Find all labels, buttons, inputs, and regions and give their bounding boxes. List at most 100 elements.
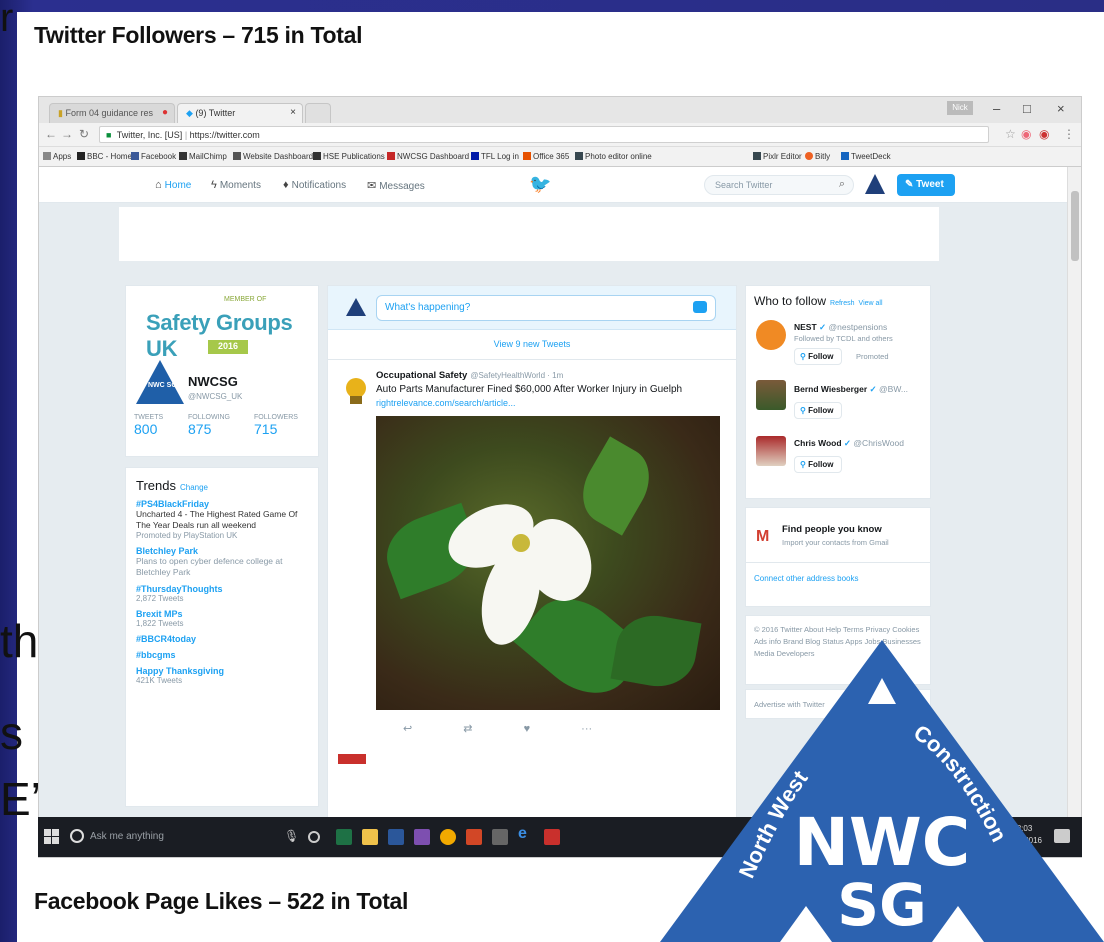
nav-messages[interactable]: ✉ Messages	[367, 179, 425, 192]
extension-icon[interactable]: ◉	[1039, 127, 1049, 141]
windows-start-icon[interactable]	[44, 829, 60, 845]
tweet-button[interactable]: ✎ Tweet	[897, 174, 955, 196]
profile-name[interactable]: NWCSG	[188, 374, 238, 389]
bookmark-tfl[interactable]: TFL Log in	[471, 152, 519, 161]
logo-member-text: MEMBER OF	[224, 296, 267, 303]
paint-icon[interactable]	[492, 829, 508, 845]
acrobat-icon[interactable]	[544, 829, 560, 845]
who-to-follow-panel: Who to follow Refresh View all NEST ✓ @nes…	[745, 285, 931, 499]
extension-icon[interactable]: ◉	[1021, 127, 1031, 141]
trend-item[interactable]: Bletchley Park Plans to open cyber defenc…	[136, 546, 308, 578]
like-icon[interactable]: ♥	[524, 723, 531, 735]
trend-item[interactable]: #bbcgms	[136, 650, 308, 660]
search-input[interactable]: Search Twitter ⌕	[704, 175, 854, 195]
star-icon[interactable]: ☆	[1005, 127, 1016, 141]
camera-icon[interactable]	[693, 301, 707, 313]
url-input[interactable]: ■ Twitter, Inc. [US] | https://twitter.c…	[99, 126, 989, 143]
maximize-button[interactable]: □	[1023, 101, 1031, 116]
internet-explorer-icon[interactable]: e	[518, 825, 534, 842]
tweet-author[interactable]: Occupational Safety @SafetyHealthWorld · …	[376, 370, 563, 381]
bell-icon: ♦	[283, 179, 289, 191]
stat-followers[interactable]: FOLLOWERS 715	[254, 414, 298, 437]
photos-icon[interactable]	[414, 829, 430, 845]
profile-avatar-small[interactable]	[865, 174, 885, 194]
scroll-thumb[interactable]	[1071, 191, 1079, 261]
next-tweet-avatar[interactable]	[338, 754, 366, 764]
trend-item[interactable]: #BBCR4today	[136, 634, 308, 644]
user-badge[interactable]: Nick	[947, 101, 973, 115]
bookmark-bbc[interactable]: BBC - Home	[77, 152, 132, 161]
bookmark-bitly[interactable]: Bitly	[805, 152, 830, 161]
chrome-icon[interactable]	[440, 829, 456, 845]
follow-button[interactable]: ⚲ Follow	[794, 348, 842, 365]
file-explorer-icon[interactable]	[362, 829, 378, 845]
refresh-link[interactable]: Refresh	[830, 300, 855, 307]
close-icon[interactable]: ×	[290, 107, 296, 118]
cortana-icon[interactable]	[70, 829, 84, 843]
bookmark-apps[interactable]: Apps	[43, 152, 71, 161]
follow-button[interactable]: ⚲ Follow	[794, 402, 842, 419]
nav-moments[interactable]: ϟ Moments	[211, 179, 261, 191]
suggestion-name[interactable]: Bernd Wiesberger ✓ @BW...	[794, 384, 908, 395]
forward-arrow-icon[interactable]: →	[61, 127, 73, 141]
trend-item[interactable]: Happy Thanksgiving 421K Tweets	[136, 666, 308, 685]
suggestion-avatar[interactable]	[756, 380, 786, 410]
powerpoint-icon[interactable]	[466, 829, 482, 845]
stat-following[interactable]: FOLLOWING 875	[188, 414, 230, 437]
back-arrow-icon[interactable]: ←	[45, 127, 57, 141]
suggestion-avatar[interactable]	[756, 320, 786, 350]
bookmark-website-dashboard[interactable]: Website Dashboard	[233, 152, 313, 161]
tweet-text: Auto Parts Manufacturer Fined $60,000 Af…	[376, 384, 683, 395]
minimize-button[interactable]: –	[993, 101, 1000, 116]
bookmark-hse[interactable]: HSE Publications	[313, 152, 385, 161]
tab-twitter[interactable]: ◆ (9) Twitter ×	[177, 103, 303, 123]
bookmark-facebook[interactable]: Facebook	[131, 152, 176, 161]
reply-icon[interactable]: ↩	[403, 723, 412, 735]
nav-notifications[interactable]: ♦ Notifications	[283, 179, 346, 191]
bookmark-nwcsg-dashboard[interactable]: NWCSG Dashboard	[387, 152, 469, 161]
view-all-link[interactable]: View all	[859, 300, 883, 307]
nav-home[interactable]: ⌂ Home	[155, 179, 191, 191]
twitter-bird-icon[interactable]: 🐦	[529, 174, 551, 195]
trends-change-link[interactable]: Change	[180, 483, 208, 492]
bookmark-photo-editor[interactable]: Photo editor online	[575, 152, 652, 161]
reload-icon[interactable]: ↻	[79, 127, 89, 141]
new-tweets-bar[interactable]: View 9 new Tweets	[328, 330, 736, 360]
bookmark-pixlr[interactable]: Pixlr Editor	[753, 152, 802, 161]
suggestion-name[interactable]: Chris Wood ✓ @ChrisWood	[794, 438, 904, 449]
compose-input[interactable]: What's happening?	[376, 295, 716, 321]
connect-address-books-link[interactable]: Connect other address books	[754, 574, 859, 583]
menu-dots-icon[interactable]: ⋮	[1063, 127, 1075, 141]
tab-bar: ▮ Form 04 guidance res ● ◆ (9) Twitter ×…	[39, 97, 1081, 123]
bookmark-tweetdeck[interactable]: TweetDeck	[841, 152, 891, 161]
word-icon[interactable]	[388, 829, 404, 845]
suggestion-name[interactable]: NEST ✓ @nestpensions	[794, 322, 887, 333]
window-close-button[interactable]: ×	[1057, 101, 1065, 116]
trend-item[interactable]: #ThursdayThoughts 2,872 Tweets	[136, 584, 308, 603]
task-view-icon[interactable]	[308, 831, 320, 843]
trend-item[interactable]: Brexit MPs 1,822 Tweets	[136, 609, 308, 628]
close-icon[interactable]: ●	[162, 107, 168, 118]
suggestion-avatar[interactable]	[756, 436, 786, 466]
profile-handle[interactable]: @NWCSG_UK	[188, 392, 242, 401]
document-icon: ▮	[58, 108, 63, 118]
taskbar-search-input[interactable]: Ask me anything	[90, 831, 164, 842]
excel-icon[interactable]	[336, 829, 352, 845]
more-icon[interactable]: ···	[581, 723, 592, 735]
tweet-link[interactable]: rightrelevance.com/search/article...	[376, 398, 516, 408]
follow-button[interactable]: ⚲ Follow	[794, 456, 842, 473]
follow-person-icon: ⚲	[800, 460, 806, 469]
retweet-icon[interactable]: ⇄	[463, 723, 472, 735]
new-tab-button[interactable]	[305, 103, 331, 123]
find-people-title[interactable]: Find people you know	[782, 524, 882, 535]
trend-item[interactable]: #PS4BlackFriday Uncharted 4 - The Highest…	[136, 499, 308, 540]
tweet-avatar[interactable]	[344, 374, 368, 404]
tab-form-guidance[interactable]: ▮ Form 04 guidance res ●	[49, 103, 175, 123]
stat-tweets[interactable]: TWEETS 800	[134, 414, 163, 437]
bookmark-office365[interactable]: Office 365	[523, 152, 569, 161]
microphone-icon[interactable]: 🎙	[284, 829, 299, 843]
promoted-label: Promoted	[856, 352, 889, 361]
home-icon: ⌂	[155, 179, 162, 191]
twitter-icon: ◆	[186, 108, 193, 118]
bookmark-mailchimp[interactable]: MailChimp	[179, 152, 227, 161]
